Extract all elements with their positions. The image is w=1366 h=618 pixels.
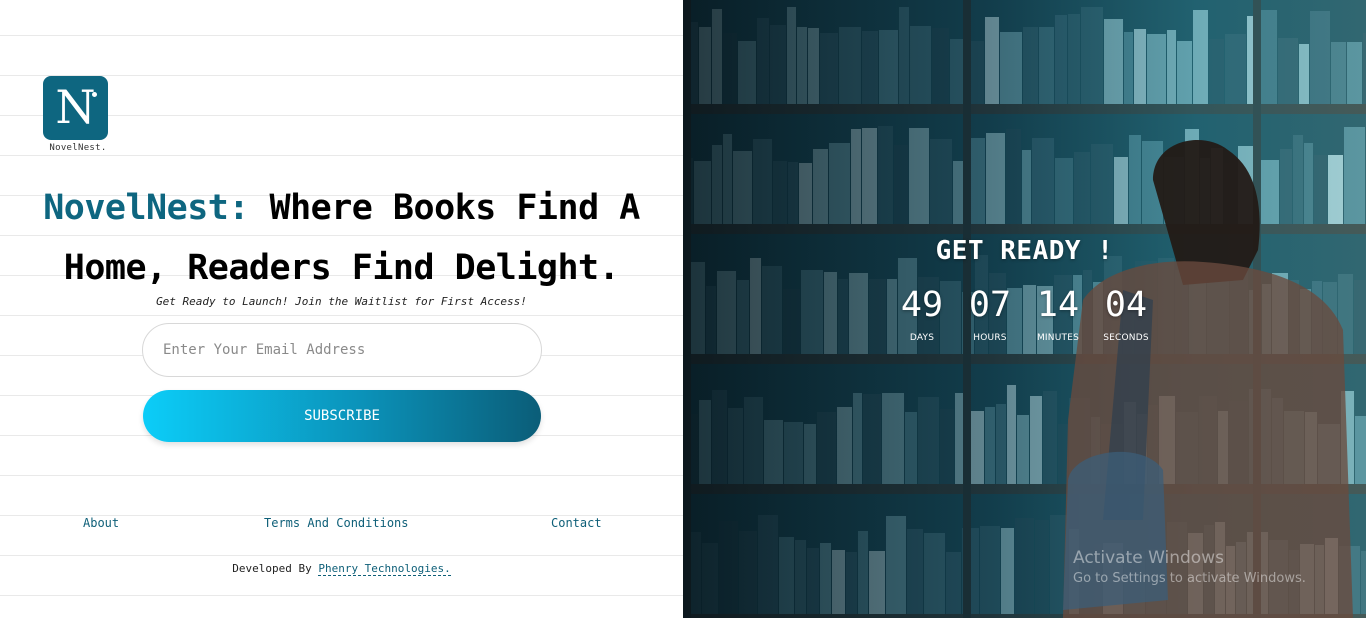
seconds-value: 04 — [1104, 285, 1148, 325]
minutes-counter: 14 MINUTES — [1028, 285, 1088, 343]
email-input[interactable] — [142, 323, 542, 377]
headline-brand: NovelNest: — [43, 188, 249, 228]
logo-letter: N — [55, 80, 96, 134]
reader-figure — [1063, 140, 1353, 618]
days-label: DAYS — [909, 333, 935, 343]
landing-panel: N NovelNest. NovelNest: Where Books Find… — [0, 0, 683, 618]
seconds-label: SECONDS — [1103, 333, 1149, 343]
hours-value: 07 — [968, 285, 1012, 325]
countdown-title: GET READY ! — [935, 236, 1114, 266]
hours-counter: 07 HOURS — [960, 285, 1020, 343]
novelnest-logo: N — [43, 76, 108, 140]
subscribe-button[interactable]: SUBSCRIBE — [143, 390, 541, 442]
developer-link[interactable]: Phenry Technologies. — [318, 562, 451, 576]
watermark-line1: Activate Windows — [1073, 548, 1224, 568]
about-link[interactable]: About — [83, 516, 119, 530]
logo-dot — [92, 92, 97, 97]
days-counter: 49 DAYS — [892, 285, 952, 343]
developed-by-text: Developed By — [232, 562, 312, 575]
terms-link[interactable]: Terms And Conditions — [264, 516, 409, 530]
countdown-panel: GET READY ! 49 DAYS 07 HOURS 14 MINUTES … — [683, 0, 1366, 618]
headline-line1: Where Books Find A — [269, 188, 641, 228]
contact-link[interactable]: Contact — [551, 516, 602, 530]
hours-label: HOURS — [973, 333, 1007, 343]
minutes-label: MINUTES — [1036, 333, 1080, 343]
days-value: 49 — [900, 285, 944, 325]
headline-line2: Home, Readers Find Delight. — [63, 248, 620, 288]
seconds-counter: 04 SECONDS — [1096, 285, 1156, 343]
watermark-line2: Go to Settings to activate Windows. — [1073, 571, 1306, 586]
logo-caption: NovelNest. — [49, 143, 107, 153]
minutes-value: 14 — [1036, 285, 1080, 325]
developer-credit: Developed By Phenry Technologies. — [0, 562, 683, 576]
windows-activation-watermark: Activate Windows Go to Settings to activ… — [1073, 548, 1306, 586]
page-headline: NovelNest: Where Books Find A Home, Read… — [0, 178, 683, 298]
tagline: Get Ready to Launch! Join the Waitlist f… — [156, 295, 527, 308]
